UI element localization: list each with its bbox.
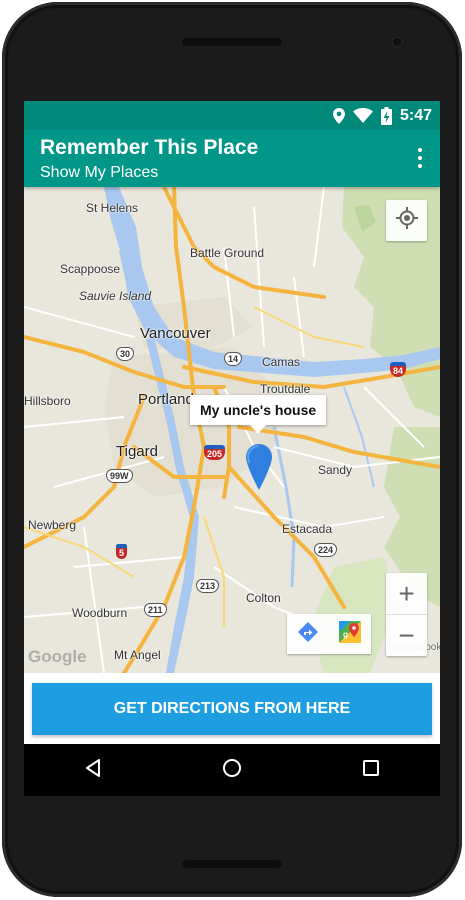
map-label-colton: Colton (246, 591, 281, 605)
map-label-portland: Portland (138, 391, 194, 408)
open-google-maps-button[interactable]: g (329, 614, 371, 654)
bottom-speaker (182, 860, 282, 868)
svg-text:g: g (343, 630, 348, 639)
zoom-in-button[interactable]: + (386, 573, 427, 614)
interstate-shield-205: 205 (204, 445, 226, 460)
get-directions-button[interactable]: GET DIRECTIONS FROM HERE (32, 683, 432, 735)
route-shield-30: 30 (116, 347, 135, 361)
marker-info-window[interactable]: My uncle's house (190, 395, 327, 434)
interstate-shield-5: 5 (116, 544, 128, 559)
route-shield-99w: 99W (106, 469, 133, 483)
map-label-sandy: Sandy (318, 463, 353, 477)
directions-button[interactable] (287, 614, 329, 654)
map-label-tigard: Tigard (116, 443, 158, 460)
recents-button[interactable] (351, 750, 391, 790)
map-view[interactable]: St Helens Battle Ground Scappoose Sauvie… (24, 187, 440, 673)
home-icon (221, 757, 243, 784)
navigation-bar (24, 744, 440, 796)
route-shield-213: 213 (196, 579, 220, 593)
route-shield-14: 14 (224, 352, 243, 366)
map-label-newberg: Newberg (28, 518, 77, 532)
my-location-icon (395, 207, 418, 234)
map-label-woodburn: Woodburn (72, 606, 128, 620)
wifi-icon (352, 108, 373, 123)
map-label-st-helens: St Helens (86, 201, 139, 215)
app-title: Remember This Place (40, 136, 259, 159)
map-label-hillsboro: Hillsboro (24, 394, 71, 408)
map-label-mt-angel: Mt Angel (114, 648, 161, 662)
screen: 5:47 Remember This Place Show My Places (24, 101, 440, 796)
app-subtitle: Show My Places (40, 164, 159, 181)
map-label-estacada: Estacada (282, 522, 333, 536)
my-location-button[interactable] (386, 200, 427, 241)
directions-icon (298, 621, 318, 647)
recents-icon (362, 759, 380, 782)
route-shield-224: 224 (314, 543, 338, 557)
back-icon (83, 758, 103, 783)
back-button[interactable] (73, 750, 113, 790)
marker-info-text: My uncle's house (200, 402, 317, 418)
app-bar: Remember This Place Show My Places (24, 130, 440, 187)
map-label-battle-ground: Battle Ground (190, 246, 265, 260)
location-marker-icon[interactable] (246, 444, 272, 495)
map-label-troutdale: Troutdale (260, 382, 311, 396)
map-label-scappoose: Scappoose (60, 262, 121, 276)
google-maps-icon: g (339, 620, 361, 648)
map-label-sauvie-island: Sauvie Island (79, 289, 152, 303)
route-shield-211: 211 (144, 603, 167, 617)
status-clock: 5:47 (399, 106, 432, 124)
battery-charging-icon (380, 106, 392, 125)
overflow-menu-icon[interactable] (416, 148, 424, 170)
map-toolbar: g (287, 614, 371, 654)
zoom-out-button[interactable]: − (386, 615, 427, 656)
google-logo: Google (28, 647, 87, 666)
home-button[interactable] (212, 750, 252, 790)
map-label-vancouver: Vancouver (140, 325, 211, 342)
top-speaker (182, 38, 282, 46)
map-label-camas: Camas (262, 355, 301, 369)
front-camera (391, 36, 403, 48)
location-icon (332, 107, 345, 124)
zoom-controls: + − (386, 573, 427, 656)
status-bar: 5:47 (24, 101, 440, 130)
phone-frame: 5:47 Remember This Place Show My Places (0, 0, 465, 900)
